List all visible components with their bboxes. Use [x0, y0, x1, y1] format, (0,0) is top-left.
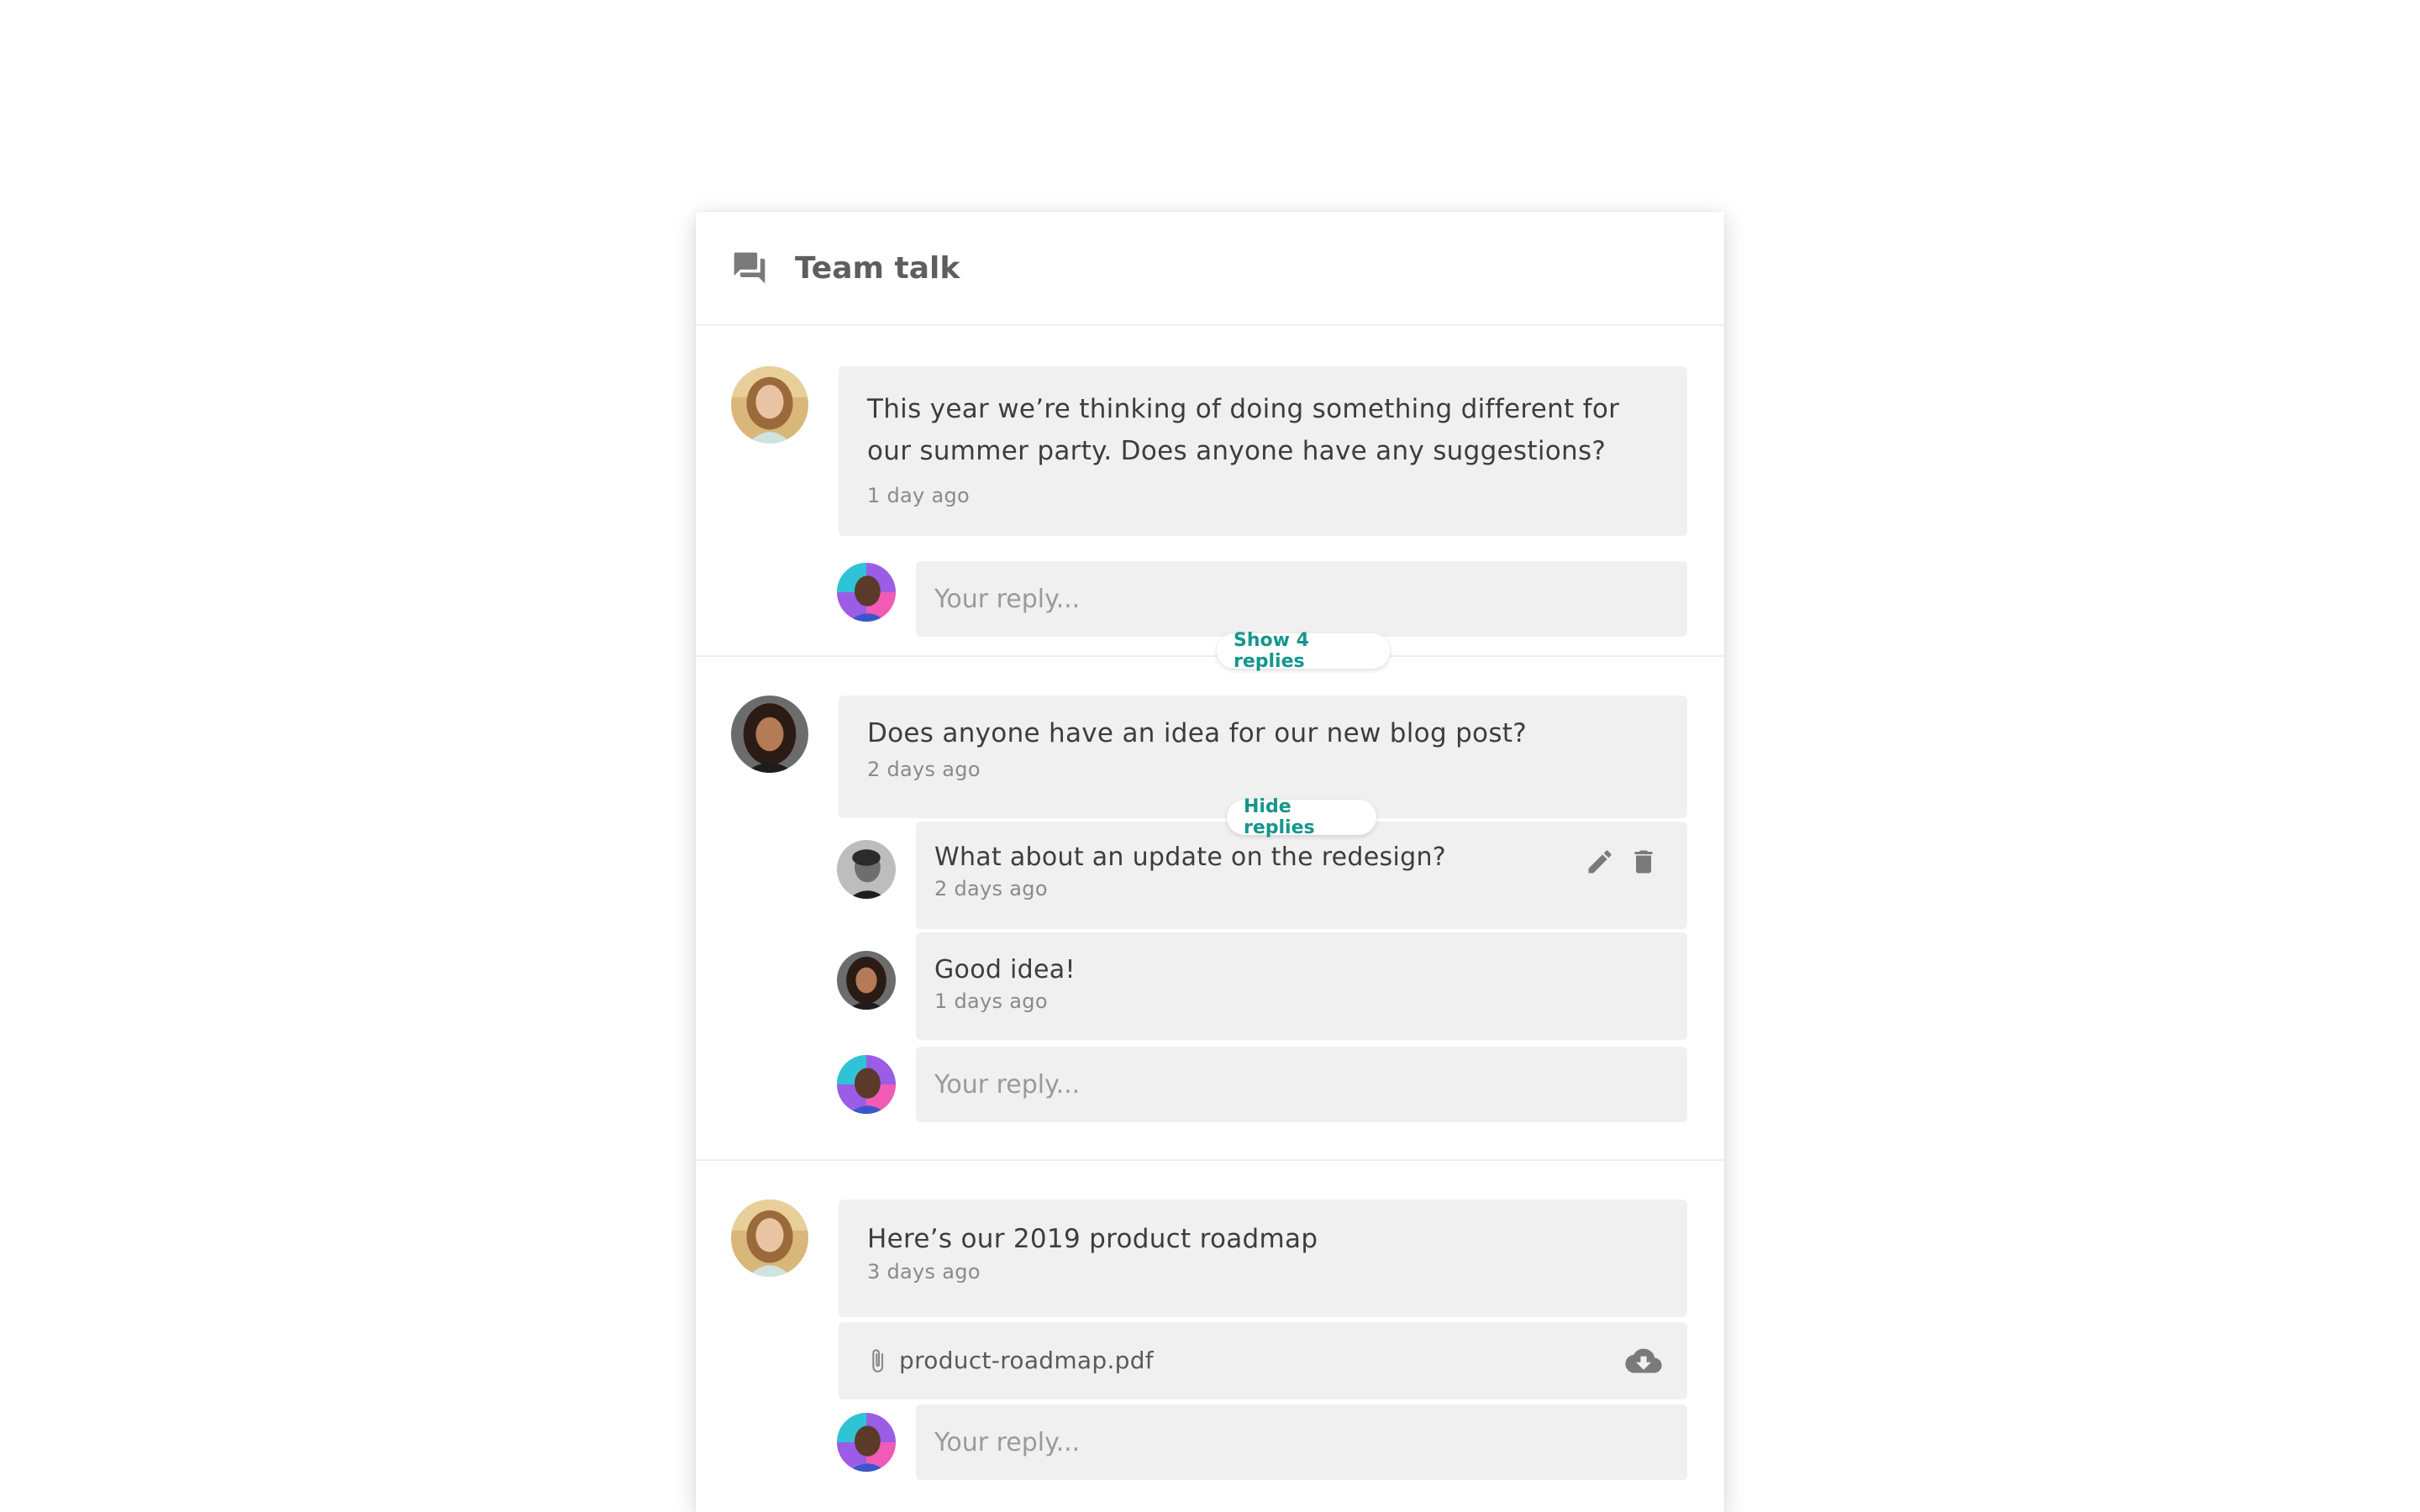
delete-reply-button[interactable]: [1628, 847, 1659, 877]
reply-input[interactable]: [916, 1047, 1687, 1122]
message-bubble: Here’s our 2019 product roadmap 3 days a…: [839, 1200, 1687, 1317]
panel-title: Team talk: [795, 250, 960, 286]
panel-header: Team talk: [696, 212, 1724, 326]
trash-icon: [1634, 850, 1653, 874]
message-text: This year we’re thinking of doing someth…: [867, 394, 1620, 466]
current-user-avatar: [837, 1055, 896, 1114]
thread-product-roadmap: Here’s our 2019 product roadmap 3 days a…: [696, 1161, 1724, 1512]
current-user-avatar: [837, 563, 896, 622]
reply-avatar[interactable]: [837, 840, 896, 899]
reply-avatar[interactable]: [837, 951, 896, 1010]
reply-bubble: Good idea! 1 days ago: [916, 932, 1687, 1040]
pencil-icon: [1588, 850, 1612, 874]
avatar[interactable]: [731, 1200, 808, 1277]
message-timestamp: 3 days ago: [867, 1260, 981, 1284]
avatar[interactable]: [731, 366, 808, 444]
hide-replies-button[interactable]: Hide replies: [1227, 796, 1376, 838]
avatar[interactable]: [731, 696, 808, 773]
message-text: Does anyone have an idea for our new blo…: [867, 718, 1527, 748]
message-timestamp: 1 day ago: [867, 484, 970, 507]
reply-timestamp: 1 days ago: [934, 990, 1048, 1013]
current-user-avatar: [837, 1413, 896, 1472]
cloud-download-icon[interactable]: [1625, 1346, 1662, 1376]
reply-timestamp: 2 days ago: [934, 877, 1048, 900]
team-talk-panel: Team talk This year we’re thinking of do…: [696, 212, 1724, 1512]
reply-text: What about an update on the redesign?: [934, 843, 1446, 872]
message-text: Here’s our 2019 product roadmap: [867, 1224, 1318, 1254]
message-timestamp: 2 days ago: [867, 758, 981, 781]
thread-summer-party: This year we’re thinking of doing someth…: [696, 326, 1724, 672]
message-bubble: This year we’re thinking of doing someth…: [839, 366, 1687, 536]
reply-text: Good idea!: [934, 955, 1076, 984]
edit-reply-button[interactable]: [1585, 847, 1615, 877]
attachment-filename: product-roadmap.pdf: [899, 1347, 1154, 1374]
attachment-row[interactable]: product-roadmap.pdf: [839, 1322, 1687, 1399]
reply-input[interactable]: [916, 1404, 1687, 1480]
reply-input[interactable]: [916, 561, 1687, 637]
thread-blog-post: Does anyone have an idea for our new blo…: [696, 657, 1724, 1161]
chat-bubbles-icon: [731, 249, 768, 286]
